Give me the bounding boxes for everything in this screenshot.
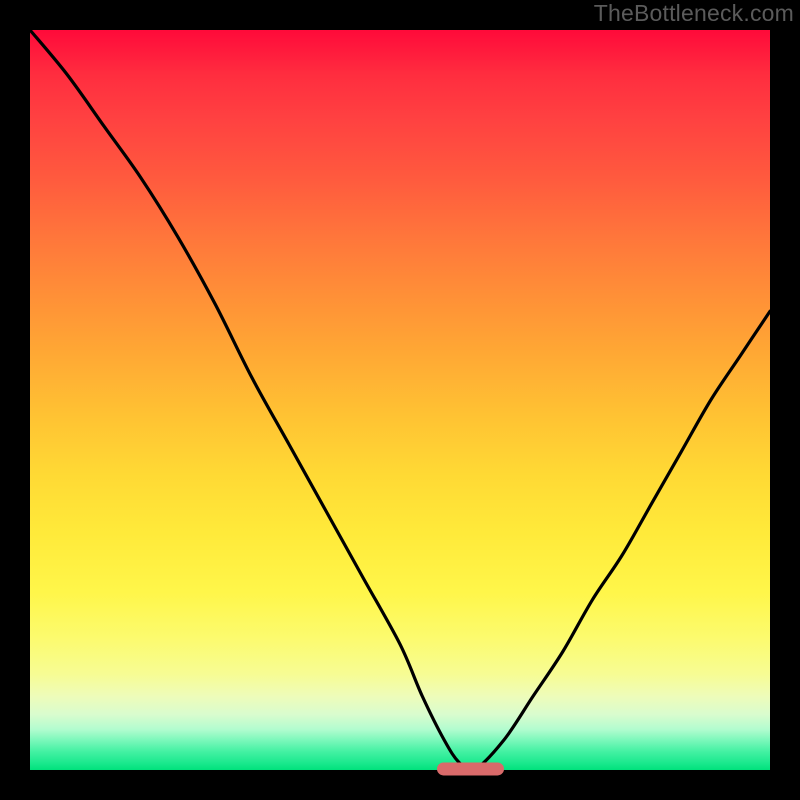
- bottleneck-curve: [30, 30, 770, 770]
- attribution-text: TheBottleneck.com: [594, 0, 794, 27]
- chart-frame: TheBottleneck.com: [0, 0, 800, 800]
- plot-area: [30, 30, 770, 770]
- optimum-marker: [437, 762, 504, 775]
